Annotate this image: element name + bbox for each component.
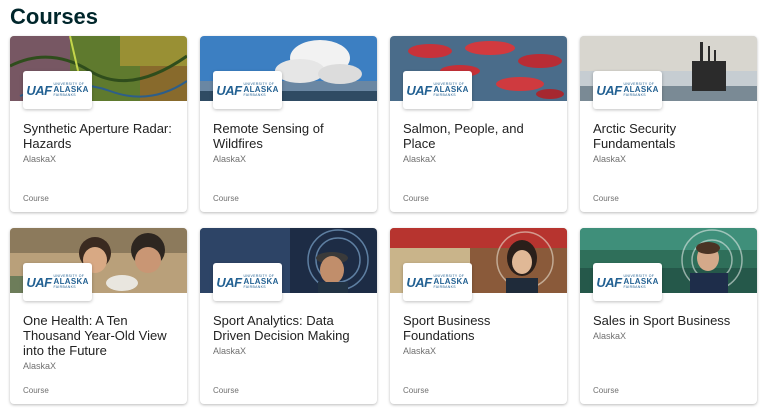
- course-title: Sport Business Foundations AlaskaX: [403, 313, 558, 357]
- course-org: AlaskaX: [213, 154, 247, 164]
- course-org: AlaskaX: [403, 346, 437, 356]
- course-type-label: Course: [403, 386, 429, 395]
- course-org: AlaskaX: [23, 154, 57, 164]
- course-title: Arctic Security Fundamentals AlaskaX: [593, 121, 748, 165]
- course-card[interactable]: UAF UNIVERSITY OF ALASKA FAIRBANKS One Hea…: [10, 228, 187, 404]
- course-type-label: Course: [213, 194, 239, 203]
- course-card[interactable]: UAF UNIVERSITY OF ALASKA FAIRBANKS Sport B…: [390, 228, 567, 404]
- course-type-label: Course: [23, 194, 49, 203]
- course-org: AlaskaX: [213, 346, 247, 356]
- uaf-logo: UAF UNIVERSITY OF ALASKA FAIRBANKS: [23, 71, 92, 109]
- course-type-label: Course: [213, 386, 239, 395]
- uaf-logo: UAF UNIVERSITY OF ALASKA FAIRBANKS: [23, 263, 92, 301]
- course-card[interactable]: UAF UNIVERSITY OF ALASKA FAIRBANKS Salmon,…: [390, 36, 567, 212]
- course-card[interactable]: UAF UNIVERSITY OF ALASKA FAIRBANKS Remote …: [200, 36, 377, 212]
- page-title: Courses: [10, 4, 99, 29]
- course-title: One Health: A Ten Thousand Year-Old View…: [23, 313, 178, 372]
- course-org: AlaskaX: [593, 331, 627, 341]
- course-type-label: Course: [23, 386, 49, 395]
- course-title: Remote Sensing of Wildfires AlaskaX: [213, 121, 368, 165]
- uaf-logo: UAF UNIVERSITY OF ALASKA FAIRBANKS: [213, 263, 282, 301]
- course-grid: UAF UNIVERSITY OF ALASKA FAIRBANKS Synthet…: [10, 36, 757, 404]
- course-card[interactable]: UAF UNIVERSITY OF ALASKA FAIRBANKS Synthet…: [10, 36, 187, 212]
- uaf-logo: UAF UNIVERSITY OF ALASKA FAIRBANKS: [213, 71, 282, 109]
- uaf-logo: UAF UNIVERSITY OF ALASKA FAIRBANKS: [593, 263, 662, 301]
- course-card[interactable]: UAF UNIVERSITY OF ALASKA FAIRBANKS Arctic …: [580, 36, 757, 212]
- course-org: AlaskaX: [403, 154, 437, 164]
- course-card[interactable]: UAF UNIVERSITY OF ALASKA FAIRBANKS Sales i…: [580, 228, 757, 404]
- course-type-label: Course: [593, 194, 619, 203]
- uaf-logo: UAF UNIVERSITY OF ALASKA FAIRBANKS: [403, 263, 472, 301]
- uaf-logo: UAF UNIVERSITY OF ALASKA FAIRBANKS: [403, 71, 472, 109]
- course-type-label: Course: [593, 386, 619, 395]
- course-title: Sport Analytics: Data Driven Decision Ma…: [213, 313, 368, 357]
- course-title: Salmon, People, and Place AlaskaX: [403, 121, 558, 165]
- uaf-logo: UAF UNIVERSITY OF ALASKA FAIRBANKS: [593, 71, 662, 109]
- course-title: Sales in Sport Business AlaskaX: [593, 313, 748, 342]
- course-type-label: Course: [403, 194, 429, 203]
- course-title: Synthetic Aperture Radar: Hazards Alaska…: [23, 121, 178, 165]
- course-org: AlaskaX: [593, 154, 627, 164]
- course-card[interactable]: UAF UNIVERSITY OF ALASKA FAIRBANKS Sport A…: [200, 228, 377, 404]
- course-org: AlaskaX: [23, 361, 57, 371]
